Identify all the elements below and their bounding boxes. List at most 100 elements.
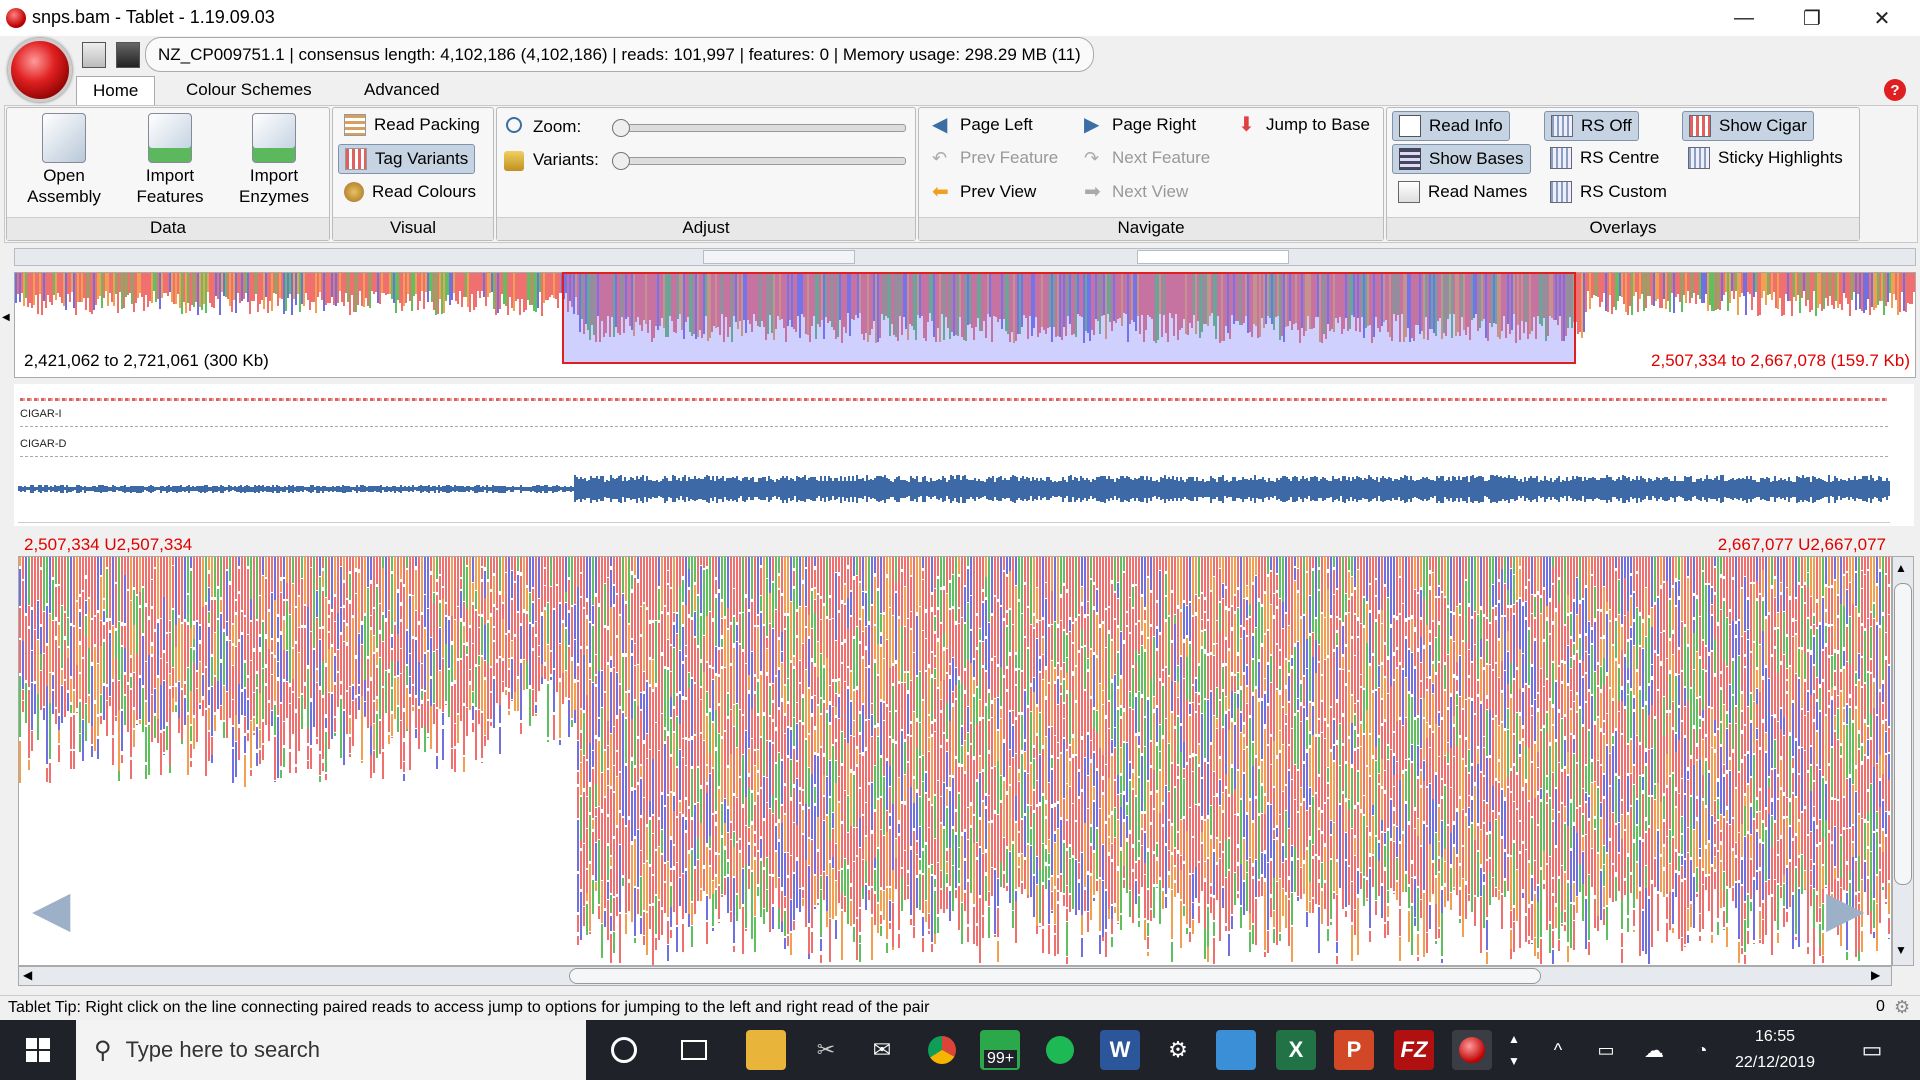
snipping-tool-icon[interactable]: ✂ — [806, 1030, 846, 1070]
right-arrow-icon: ➡ — [1084, 181, 1101, 203]
battery-icon[interactable]: ▭ — [1586, 1030, 1626, 1070]
windows-start-icon[interactable] — [18, 1030, 58, 1070]
open-assembly-icon — [42, 113, 86, 163]
horizontal-scroll-thumb[interactable] — [569, 968, 1541, 984]
page-left-overlay-icon[interactable]: ◀ — [32, 884, 84, 934]
cigar-d-label: CIGAR-D — [20, 438, 67, 450]
rs-off-label: RS Off — [1581, 116, 1632, 135]
onedrive-icon[interactable]: ☁ — [1634, 1030, 1674, 1070]
reads-svg — [19, 557, 1890, 965]
page-left-button[interactable]: ◀ Page Left — [926, 111, 1039, 139]
windows-logo — [26, 1038, 50, 1062]
next-view-button[interactable]: ➡ Next View — [1078, 178, 1194, 206]
page-right-overlay-icon[interactable]: ▶ — [1826, 884, 1878, 934]
vertical-scrollbar[interactable]: ▲ ▼ — [1892, 556, 1914, 966]
maximize-button[interactable]: ❐ — [1782, 0, 1842, 36]
action-center-icon[interactable]: ▭ — [1852, 1030, 1892, 1070]
close-button[interactable]: ✕ — [1852, 0, 1912, 36]
rs-off-button[interactable]: RS Off — [1544, 111, 1639, 141]
word-icon[interactable]: W — [1100, 1030, 1140, 1070]
next-feature-button[interactable]: ↷ Next Feature — [1078, 144, 1216, 172]
filezilla-icon[interactable]: FZ — [1394, 1030, 1434, 1070]
reads-canvas[interactable] — [18, 556, 1892, 966]
sticky-highlights-icon — [1688, 147, 1710, 169]
tray-overflow-icon[interactable]: ^ — [1538, 1030, 1578, 1070]
wifi-icon[interactable]: ◔ — [1682, 1030, 1722, 1070]
page-right-button[interactable]: ▶ Page Right — [1078, 111, 1202, 139]
group-label-data: Data — [7, 217, 329, 240]
zoom-slider-knob[interactable] — [612, 119, 630, 137]
zoom-slider-track[interactable] — [612, 124, 906, 132]
assembly-info-bar: NZ_CP009751.1 | consensus length: 4,102,… — [145, 37, 1094, 72]
powerpoint-icon[interactable]: P — [1334, 1030, 1374, 1070]
scroll-up-icon[interactable]: ▲ — [1895, 561, 1907, 575]
file-explorer-icon[interactable] — [746, 1030, 786, 1070]
horizontal-scrollbar[interactable]: ◀ ▶ — [18, 966, 1892, 986]
minimize-button[interactable]: — — [1714, 0, 1774, 36]
jump-to-base-button[interactable]: ⬇ Jump to Base — [1232, 111, 1376, 139]
prev-feature-icon: ↶ — [932, 148, 948, 168]
overview-thumb-b[interactable] — [1137, 250, 1289, 264]
overview-scrollbar[interactable] — [14, 248, 1916, 266]
read-colours-button[interactable]: Read Colours — [338, 178, 482, 206]
rs-off-icon — [1551, 115, 1573, 137]
read-packing-button[interactable]: Read Packing — [338, 111, 486, 139]
rs-custom-button[interactable]: RS Custom — [1544, 178, 1673, 206]
read-names-button[interactable]: Read Names — [1392, 178, 1533, 206]
cortana-icon[interactable] — [604, 1030, 644, 1070]
help-icon[interactable]: ? — [1884, 79, 1906, 101]
collapse-arrow-icon[interactable]: ◀ — [2, 312, 10, 323]
read-packing-icon — [344, 114, 366, 136]
read-packing-label: Read Packing — [374, 115, 480, 134]
vertical-scroll-thumb[interactable] — [1894, 583, 1912, 885]
taskbar-search-box[interactable]: ⚲ Type here to search — [76, 1020, 586, 1080]
page-right-icon: ▶ — [1084, 114, 1100, 136]
mail-icon[interactable]: ✉ — [862, 1030, 902, 1070]
scroll-right-icon[interactable]: ▶ — [1871, 968, 1880, 982]
scroll-down-icon[interactable]: ▼ — [1895, 943, 1907, 957]
read-info-button[interactable]: Read Info — [1392, 111, 1510, 141]
scroll-left-icon[interactable]: ◀ — [23, 968, 32, 982]
tablet-taskbar-icon[interactable] — [1452, 1030, 1492, 1070]
save-icon[interactable] — [116, 42, 140, 68]
overview-thumb-a[interactable] — [703, 250, 855, 264]
overview-range-left: 2,421,062 to 2,721,061 (300 Kb) — [24, 351, 269, 371]
variants-slider-track[interactable] — [612, 157, 906, 165]
overview-selection[interactable] — [562, 272, 1576, 364]
show-bases-label: Show Bases — [1429, 149, 1524, 168]
import-enzymes-button[interactable]: Import Enzymes — [232, 113, 316, 207]
rs-centre-button[interactable]: RS Centre — [1544, 144, 1665, 172]
prev-view-button[interactable]: ⬅ Prev View — [926, 178, 1042, 206]
import-features-icon — [148, 113, 192, 163]
app-menu-button[interactable] — [8, 38, 72, 102]
spotify-icon[interactable] — [1040, 1030, 1080, 1070]
sticky-highlights-button[interactable]: Sticky Highlights — [1682, 144, 1849, 172]
tag-variants-button[interactable]: Tag Variants — [338, 144, 476, 174]
settings-icon[interactable]: ⚙ — [1158, 1030, 1198, 1070]
notification-badge: 99+ — [984, 1050, 1018, 1068]
show-bases-icon — [1399, 148, 1421, 170]
variants-slider-knob[interactable] — [612, 152, 630, 170]
prev-feature-button[interactable]: ↶ Prev Feature — [926, 144, 1064, 172]
page-left-label: Page Left — [960, 115, 1033, 134]
track-divider — [18, 522, 1890, 523]
open-assembly-button[interactable]: Open Assembly — [22, 113, 106, 207]
coverage-track — [18, 475, 1890, 503]
taskbar-scroll-icon[interactable]: ▲ ▼ — [1508, 1028, 1520, 1072]
position-left: 2,507,334 U2,507,334 — [24, 535, 193, 554]
taskbar-clock[interactable]: 16:55 22/12/2019 — [1725, 1024, 1825, 1076]
tab-advanced[interactable]: Advanced — [348, 76, 456, 104]
task-view-icon[interactable] — [674, 1030, 714, 1070]
chrome-icon[interactable] — [922, 1030, 962, 1070]
import-features-button[interactable]: Import Features — [128, 113, 212, 207]
control-panel-icon[interactable] — [1216, 1030, 1256, 1070]
app-icon — [6, 8, 26, 28]
show-bases-button[interactable]: Show Bases — [1392, 144, 1531, 174]
tab-home[interactable]: Home — [76, 76, 156, 105]
tab-colour-schemes[interactable]: Colour Schemes — [170, 76, 328, 104]
feature-track — [20, 398, 1888, 401]
import-features-label: Import Features — [136, 166, 204, 206]
excel-icon[interactable]: X — [1276, 1030, 1316, 1070]
open-file-icon[interactable] — [82, 42, 106, 68]
show-cigar-button[interactable]: Show Cigar — [1682, 111, 1814, 141]
